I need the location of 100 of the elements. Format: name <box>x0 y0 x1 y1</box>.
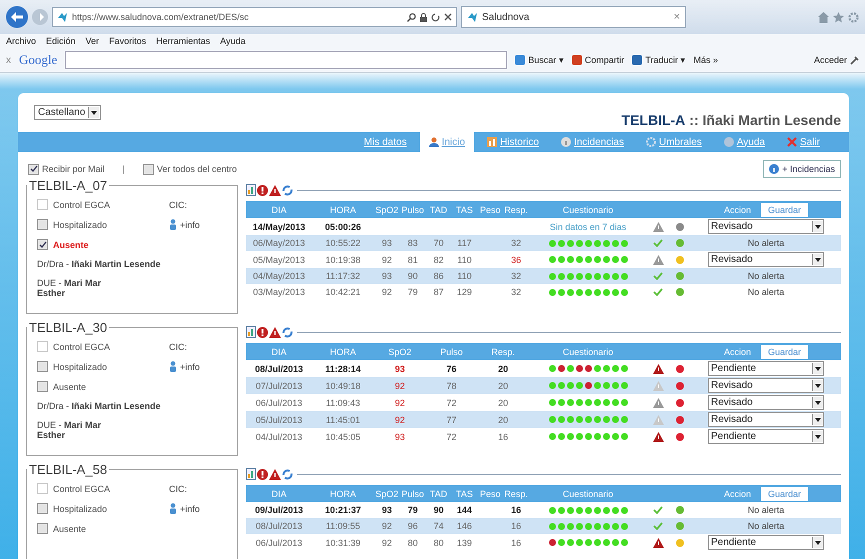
table-cell-text: 72 <box>445 398 458 408</box>
toolbar-button[interactable]: Buscar ▾ <box>515 55 564 65</box>
menu-item[interactable]: Favoritos <box>109 36 146 46</box>
browser-tab[interactable]: Saludnova × <box>461 6 686 28</box>
table-cell-text: 10:42:21 <box>324 287 362 297</box>
checkbox[interactable] <box>37 523 48 534</box>
doctor-name: Dr/Dra - Iñaki Martin Lesende <box>37 401 162 411</box>
status-select[interactable]: Revisado <box>708 378 824 393</box>
checkbox-label: Ausente <box>53 524 86 534</box>
column-header: SpO2 <box>387 346 412 356</box>
toolbar-icon <box>632 55 642 65</box>
menu-item[interactable]: Edición <box>46 36 76 46</box>
system-code: TELBIL-A <box>622 112 686 128</box>
menu-item[interactable]: Ver <box>86 36 100 46</box>
caret-icon <box>815 400 821 404</box>
document-icon[interactable] <box>246 184 256 196</box>
close-icon[interactable] <box>444 13 452 21</box>
info-link[interactable]: +info <box>180 504 200 514</box>
table-cell-text: 16 <box>510 505 522 515</box>
column-header: TAS <box>454 488 474 498</box>
table-cell-text: 81 <box>406 254 419 264</box>
table-cell-text: 03/May/2013 <box>252 287 306 297</box>
checkbox[interactable] <box>37 381 48 392</box>
back-button[interactable] <box>6 6 28 28</box>
table-cell-text: 10:19:38 <box>324 254 362 264</box>
sign-in-button[interactable]: Acceder <box>814 55 859 65</box>
save-button[interactable]: Guardar <box>760 344 808 358</box>
close-icon <box>786 137 797 147</box>
menu-item[interactable]: Archivo <box>6 36 36 46</box>
table-cell-text: 90 <box>406 271 419 281</box>
menu-item[interactable]: Ayuda <box>220 36 246 46</box>
toolbar-button[interactable]: Más » <box>694 55 718 65</box>
search-icon[interactable] <box>407 12 416 22</box>
forward-button[interactable] <box>32 9 48 25</box>
checkbox[interactable] <box>37 361 48 372</box>
no-alert-text: No alerta <box>748 271 784 281</box>
toolbar-button[interactable]: Traducir ▾ <box>632 55 686 65</box>
checkbox[interactable] <box>37 503 48 514</box>
alert-icon[interactable] <box>257 326 268 338</box>
checkbox[interactable] <box>37 219 48 230</box>
status-select[interactable]: Pendiente <box>708 429 824 444</box>
no-alert-text: No alerta <box>748 238 784 248</box>
checkmark-icon <box>30 165 38 173</box>
info-link[interactable]: +info <box>180 220 200 230</box>
status-select[interactable]: Pendiente <box>708 361 824 376</box>
table-cell-text: 77 <box>445 414 458 424</box>
checkbox[interactable] <box>28 164 39 174</box>
checkbox-label: Ausente <box>53 240 89 250</box>
alert-icon[interactable] <box>257 468 268 480</box>
toolbar-button[interactable]: Compartir <box>572 55 624 65</box>
table-cell-text: 92 <box>394 380 406 390</box>
table-cell-text: 08/Jul/2013 <box>254 364 304 374</box>
checkbox[interactable] <box>37 239 48 250</box>
table-cell-text: 16 <box>510 521 522 531</box>
refresh-icon[interactable] <box>431 12 440 22</box>
add-incident-button[interactable]: + Incidencias <box>763 160 841 178</box>
table-cell-text: 76 <box>445 364 458 374</box>
save-button[interactable]: Guardar <box>760 202 808 216</box>
warning-icon[interactable] <box>269 326 281 338</box>
column-header: Pulso <box>400 488 425 498</box>
save-button[interactable]: Guardar <box>760 486 808 500</box>
person-icon <box>169 503 177 514</box>
column-header: Accion <box>724 204 751 214</box>
language-select[interactable]: Castellano <box>34 105 102 120</box>
status-select[interactable]: Revisado <box>708 395 824 410</box>
home-icon[interactable] <box>818 12 829 22</box>
table-cell-text: 78 <box>445 380 458 390</box>
table-cell-text: 96 <box>406 521 419 531</box>
warning-icon[interactable] <box>269 184 281 196</box>
document-icon[interactable] <box>246 326 256 338</box>
star-icon[interactable] <box>833 12 844 22</box>
caret-icon <box>815 418 821 422</box>
refresh-icon[interactable] <box>282 326 293 338</box>
user-name: :: Iñaki Martin Lesende <box>689 112 841 128</box>
info-link[interactable]: +info <box>180 362 200 372</box>
column-header: Resp. <box>503 204 529 214</box>
status-select[interactable]: Revisado <box>708 412 824 427</box>
menu-item[interactable]: Herramientas <box>156 36 210 46</box>
checkbox[interactable] <box>142 164 154 174</box>
table-cell-text: 08/Jul/2013 <box>254 521 304 531</box>
refresh-icon[interactable] <box>282 184 293 196</box>
tab-close-button[interactable]: × <box>674 11 680 23</box>
alert-icon[interactable] <box>257 184 268 196</box>
address-bar[interactable]: https://www.saludnova.com/extranet/DES/sc <box>52 7 457 27</box>
status-select[interactable]: Pendiente <box>708 535 824 550</box>
table-cell-text: 20 <box>497 380 510 390</box>
table-cell-text: 06/May/2013 <box>252 238 306 248</box>
status-select[interactable]: Revisado <box>708 219 824 234</box>
caret-icon <box>815 366 821 370</box>
caret-icon <box>815 434 821 438</box>
column-header: Cuestionario <box>562 488 614 498</box>
warning-icon[interactable] <box>269 468 281 480</box>
refresh-icon[interactable] <box>282 468 293 480</box>
status-select[interactable]: Revisado <box>708 252 824 267</box>
column-header: HORA <box>328 346 357 356</box>
table-cell-text: 32 <box>510 287 522 297</box>
search-field[interactable] <box>65 51 508 69</box>
document-icon[interactable] <box>246 468 256 480</box>
table-cell-text: 10:49:18 <box>324 380 362 390</box>
info-icon <box>769 164 780 174</box>
